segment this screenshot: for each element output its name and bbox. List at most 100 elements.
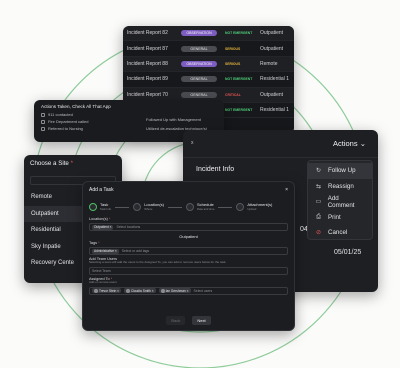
location-cell: Outpatient	[260, 30, 284, 37]
actions-header: Actions ⌄	[183, 130, 378, 158]
back-button[interactable]: Back	[166, 316, 186, 325]
reassign-icon: ⇆	[315, 183, 322, 190]
step-sublabel: Upload	[247, 207, 257, 212]
checkbox[interactable]	[41, 112, 45, 117]
close-icon[interactable]: x	[191, 140, 194, 146]
checklist-label: Referred to Nursing	[48, 126, 83, 131]
assignees-select[interactable]: Trevor Stein × Claudia Smith × Ian Gershma…	[89, 286, 288, 295]
assignee-name: Claudia Smith	[131, 288, 151, 293]
menu-item-label: Add Comment	[327, 194, 355, 209]
type-badge: OBSERVATION	[181, 60, 217, 67]
avatar	[94, 288, 98, 293]
severity-label: SERIOUS	[225, 46, 241, 51]
incident-date: 05/01/25	[334, 249, 362, 256]
close-icon[interactable]: ×	[285, 187, 288, 193]
type-badge: GENERAL	[181, 91, 217, 98]
table-row[interactable]: Incident Report 89 GENERAL NOT EMERGENT Res…	[123, 72, 294, 88]
table-row[interactable]: Incident Report 82 OBSERVATION NOT EMERGEN…	[123, 26, 294, 42]
checklist-label: Fire Department called	[48, 119, 89, 124]
severity-label: CRITICAL	[225, 92, 241, 97]
step-indicator-icon	[186, 202, 194, 211]
step-task[interactable]: Task Task Info	[89, 202, 112, 212]
location-label: Location(s) *	[89, 217, 111, 221]
type-badge: GENERAL	[181, 45, 217, 52]
stepper-connector	[218, 206, 233, 208]
next-button[interactable]: Next	[192, 316, 211, 325]
checklist-item-followed-up[interactable]: Followed Up with Management	[146, 117, 201, 122]
location-select[interactable]: Outpatient × Select locations	[89, 223, 288, 231]
table-row[interactable]: Incident Report 88 OBSERVATION SERIOUS Remo…	[123, 56, 294, 73]
incident-name: Incident Report 89	[127, 76, 168, 83]
severity-label: NOT EMERGENT	[225, 77, 253, 82]
incident-info-title: Incident Info	[196, 166, 235, 173]
checkbox[interactable]	[41, 119, 45, 124]
menu-item-print[interactable]: ⎙ Print	[308, 210, 372, 226]
stepper-connector	[168, 206, 182, 208]
incident-name: Incident Report 82	[127, 30, 168, 37]
tags-placeholder: Select or add tags	[121, 249, 150, 253]
stepper-connector	[115, 206, 130, 208]
severity-label: NOT EMERGENT	[225, 108, 253, 113]
cancel-icon: ⊘	[315, 230, 322, 237]
menu-item-follow-up[interactable]: ↻ Follow Up	[308, 163, 372, 179]
tags-label: Tags *	[89, 241, 100, 245]
menu-item-label: Reassign	[328, 182, 354, 190]
follow-up-icon: ↻	[315, 168, 322, 175]
assignee-name: Ian Gershman	[165, 288, 186, 293]
step-attachments[interactable]: Attachment(s) Upload	[236, 202, 272, 212]
chevron-down-icon: ⌄	[359, 139, 366, 148]
avatar	[126, 288, 130, 293]
actions-label: Actions	[333, 139, 358, 148]
menu-item-add-comment[interactable]: ▭ Add Comment	[308, 194, 372, 210]
tags-select[interactable]: Administrative × Select or add tags	[89, 247, 288, 255]
location-cell: Residential 1	[260, 107, 289, 114]
team-select[interactable]: Select Team	[89, 266, 288, 275]
assignee-chip[interactable]: Ian Gershman ×	[158, 288, 191, 294]
menu-item-cancel[interactable]: ⊘ Cancel	[308, 225, 372, 241]
task-stepper: Task Task Info Location(s) Where Schedule Dat…	[83, 197, 294, 215]
location-chip[interactable]: Outpatient ×	[92, 224, 114, 230]
step-indicator-icon	[89, 202, 97, 211]
assigned-help-text: Add or remove users	[89, 279, 117, 284]
actions-dropdown[interactable]: Actions ⌄	[333, 139, 366, 148]
actions-taken-title: Actions Taken, Check All That App	[41, 104, 111, 109]
step-sublabel: Where	[144, 207, 153, 212]
add-task-modal: Add a Task × Task Task Info Location(s) Whe…	[82, 181, 295, 331]
severity-label: NOT EMERGENT	[225, 31, 253, 36]
step-schedule[interactable]: Schedule Date and time	[186, 202, 215, 212]
step-sublabel: Date and time	[197, 207, 215, 212]
comment-icon: ▭	[315, 199, 322, 206]
menu-item-label: Cancel	[328, 229, 348, 237]
step-locations[interactable]: Location(s) Where	[133, 202, 164, 212]
table-row[interactable]: Incident Report 87 GENERAL SERIOUS Outpatie…	[123, 41, 294, 57]
location-cell: Outpatient	[260, 91, 284, 98]
choose-site-title: Choose a Site *	[30, 160, 74, 167]
location-cell: Remote	[260, 60, 278, 67]
section-title: Outpatient	[179, 234, 198, 239]
assignees-placeholder: Select users	[193, 288, 213, 293]
menu-item-label: Follow Up	[328, 167, 356, 175]
modal-footer: Back Next	[83, 316, 294, 325]
step-indicator-icon	[236, 202, 245, 211]
checkbox[interactable]	[41, 126, 45, 131]
tag-chip[interactable]: Administrative ×	[92, 248, 119, 254]
team-placeholder: Select Team	[92, 268, 111, 273]
team-help-text: Selecting a team will add the users to t…	[89, 260, 227, 264]
modal-header: Add a Task ×	[83, 182, 294, 197]
assignee-chip[interactable]: Trevor Stein ×	[92, 288, 121, 294]
type-badge: GENERAL	[181, 76, 217, 83]
step-indicator-icon	[133, 202, 142, 211]
checklist-label: 911 contacted	[48, 112, 73, 117]
incident-name: Incident Report 70	[127, 91, 168, 98]
menu-item-reassign[interactable]: ⇆ Reassign	[308, 179, 372, 195]
modal-title: Add a Task	[89, 186, 114, 193]
print-icon: ⎙	[316, 213, 321, 220]
type-badge: OBSERVATION	[181, 30, 217, 37]
location-cell: Residential 1	[260, 76, 289, 83]
assignee-chip[interactable]: Claudia Smith ×	[124, 288, 156, 294]
incident-name: Incident Report 88	[127, 60, 168, 67]
incident-name: Incident Report 87	[127, 45, 168, 52]
actions-menu: ↻ Follow Up ⇆ Reassign ▭ Add Comment ⎙ Print ⊘ Ca…	[307, 160, 373, 240]
step-sublabel: Task Info	[100, 207, 112, 212]
avatar	[160, 288, 165, 293]
